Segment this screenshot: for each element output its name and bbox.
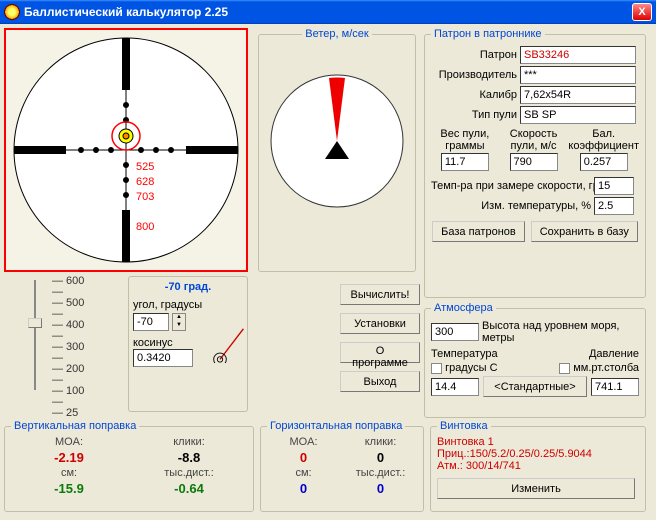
vert-td: -0.64	[131, 481, 247, 496]
range-slider[interactable]: — 600—— 500—— 400—— 300—— 200—— 100—— 25	[4, 276, 124, 412]
horz-td: 0	[344, 481, 417, 496]
scope-mark: 525	[136, 161, 154, 173]
mfr-input[interactable]	[520, 66, 636, 84]
app-icon	[4, 4, 20, 20]
edit-rifle-button[interactable]: Изменить	[437, 478, 635, 499]
svg-text:628: 628	[136, 176, 154, 188]
rifle-name: Винтовка 1	[437, 436, 639, 448]
reticle-scope: 525 628 703 800	[4, 28, 248, 272]
settings-button[interactable]: Установки	[340, 313, 420, 334]
standard-atmo-button[interactable]: <Стандартные>	[483, 376, 587, 397]
close-button[interactable]: X	[632, 3, 652, 21]
temp-delta-input[interactable]	[594, 197, 634, 215]
wind-gauge	[267, 46, 407, 246]
rifle-atm-info: Атм.: 300/14/741	[437, 460, 639, 472]
svg-text:800: 800	[136, 221, 154, 233]
horz-cm: 0	[267, 481, 340, 496]
vert-cm: -15.9	[11, 481, 127, 496]
window-title: Баллистический калькулятор 2.25	[24, 5, 228, 19]
rifle-scope-info: Приц.:150/5.2/0.25/0.25/5.9044	[437, 448, 639, 460]
calculate-button[interactable]: Вычислить!	[340, 284, 420, 305]
temp-unit-checkbox[interactable]	[431, 363, 442, 374]
pressure-input[interactable]	[591, 378, 639, 396]
horz-clicks: 0	[344, 450, 417, 465]
vert-clicks: -8.8	[131, 450, 247, 465]
bc-input[interactable]	[580, 153, 628, 171]
vertical-correction-panel: Вертикальная поправка MOA:клики: -2.19-8…	[4, 420, 254, 512]
bullet-type-input[interactable]	[520, 106, 636, 124]
cal-input[interactable]	[520, 86, 636, 104]
slider-thumb[interactable]	[28, 318, 42, 328]
horz-moa: 0	[267, 450, 340, 465]
angle-spinner[interactable]: ▲▼	[172, 313, 186, 331]
cosine-input[interactable]	[133, 349, 193, 367]
wind-legend: Ветер, м/сек	[302, 28, 371, 40]
temperature-input[interactable]	[431, 378, 479, 396]
angle-panel: -70 град. угол, градусы ▲▼ косинус	[128, 276, 248, 412]
svg-text:703: 703	[136, 191, 154, 203]
atmosphere-panel: Атмосфера Высота над уровнем моря, метры…	[424, 302, 646, 418]
wind-panel: Ветер, м/сек	[258, 28, 416, 272]
weight-input[interactable]	[441, 153, 489, 171]
vert-moa: -2.19	[11, 450, 127, 465]
altitude-input[interactable]	[431, 323, 479, 341]
angle-deg-input[interactable]	[133, 313, 169, 331]
angle-diagram	[211, 327, 247, 363]
horizontal-correction-panel: Горизонтальная поправка MOA:клики: 00 см…	[260, 420, 424, 512]
pressure-unit-checkbox[interactable]	[559, 363, 570, 374]
about-button[interactable]: О программе	[340, 342, 420, 363]
exit-button[interactable]: Выход	[340, 371, 420, 392]
speed-input[interactable]	[510, 153, 558, 171]
save-to-db-button[interactable]: Сохранить в базу	[531, 221, 638, 242]
cartridge-panel: Патрон в патроннике Патрон Производитель…	[424, 28, 646, 298]
cartridge-db-button[interactable]: База патронов	[432, 221, 525, 242]
cartridge-input[interactable]	[520, 46, 636, 64]
temp-measure-input[interactable]	[594, 177, 634, 195]
rifle-panel: Винтовка Винтовка 1 Приц.:150/5.2/0.25/0…	[430, 420, 646, 512]
